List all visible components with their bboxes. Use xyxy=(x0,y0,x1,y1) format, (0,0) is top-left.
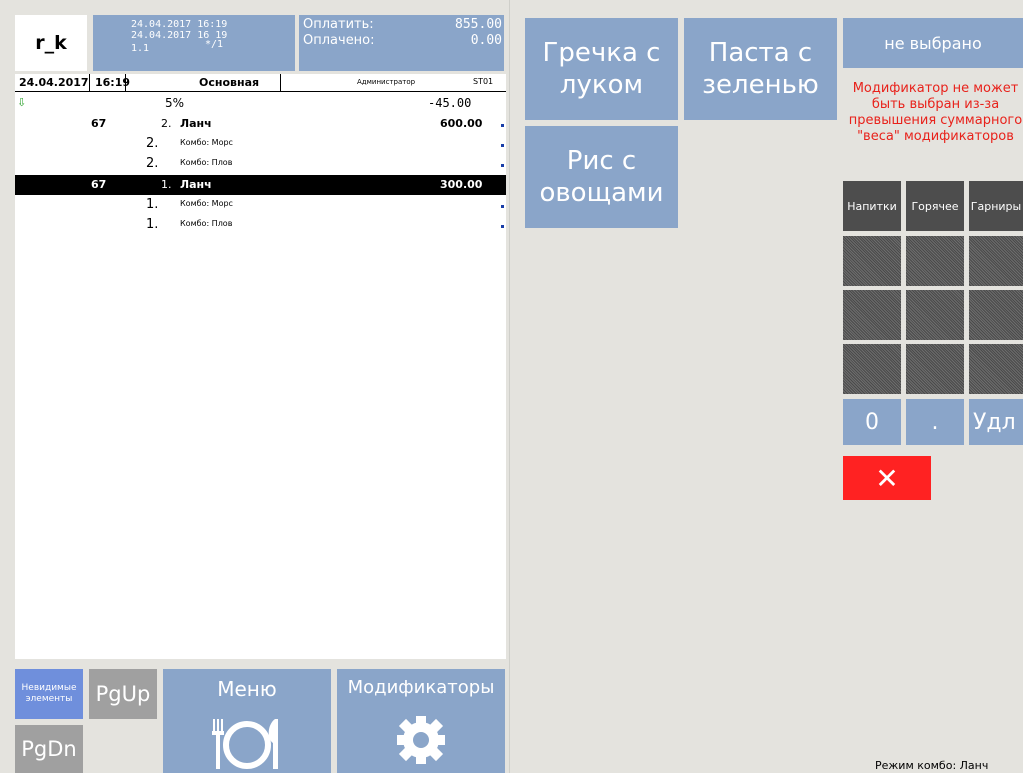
order-subline[interactable]: 2. Комбо: Плов xyxy=(15,155,506,175)
modifier-slot[interactable] xyxy=(969,290,1023,340)
key-zero[interactable]: 0 xyxy=(843,399,901,445)
modifier-slot[interactable] xyxy=(843,290,901,340)
plate-cutlery-icon xyxy=(212,719,278,769)
modifier-selection-status[interactable]: не выбрано xyxy=(843,18,1023,68)
tab-garnish[interactable]: Гарниры xyxy=(969,181,1023,231)
pay-amount: 855.00 xyxy=(455,17,502,32)
order-line[interactable]: 67 2. Ланч 600.00 xyxy=(15,115,506,135)
modifiers-label: Модификаторы xyxy=(347,677,495,698)
pay-label: Оплатить: xyxy=(303,17,374,32)
order-subline[interactable]: 1. Комбо: Плов xyxy=(15,216,506,236)
order-subline[interactable]: 1. Комбо: Морс xyxy=(15,196,506,216)
key-delete[interactable]: Удл xyxy=(969,399,1023,445)
modifier-slot[interactable] xyxy=(843,344,901,394)
discount-row[interactable]: ⇩ 5% -45.00 xyxy=(15,94,506,114)
cancel-button[interactable]: ✕ xyxy=(843,456,931,500)
menu-label: Меню xyxy=(217,677,277,701)
combo-mode-status: Режим комбо: Ланч xyxy=(875,759,989,772)
item-price: 600.00 xyxy=(440,117,483,130)
sub-name: Комбо: Морс xyxy=(180,138,233,147)
restaurant-logo: r_k xyxy=(15,15,87,71)
order-header-row: 24.04.2017 16:19 Основная Администратор … xyxy=(15,74,506,92)
paid-label: Оплачено: xyxy=(303,33,375,48)
item-marker xyxy=(501,225,504,228)
item-code: 67 xyxy=(91,178,107,191)
modifier-warning: Модификатор не может быть выбран из-за п… xyxy=(848,81,1023,144)
modifier-slot[interactable] xyxy=(906,290,964,340)
sub-qty: 1. xyxy=(146,197,159,212)
order-open-time: 24.04.2017 16:19 xyxy=(131,19,228,30)
station-id: ST01 xyxy=(473,77,494,86)
modifier-slot[interactable] xyxy=(969,344,1023,394)
page-down-button[interactable]: PgDn xyxy=(15,725,83,773)
waiter-name: Администратор xyxy=(357,78,416,86)
discount-arrow-icon: ⇩ xyxy=(17,96,27,109)
item-qty: 2. xyxy=(161,117,172,130)
panel-divider xyxy=(509,0,510,773)
discount-name: 5% xyxy=(165,96,185,110)
dish-rice-button[interactable]: Рис с овощами xyxy=(525,126,678,228)
close-icon: ✕ xyxy=(875,461,899,495)
page-up-button[interactable]: PgUp xyxy=(89,669,157,719)
item-marker xyxy=(501,205,504,208)
item-marker xyxy=(501,124,504,127)
key-dot[interactable]: . xyxy=(906,399,964,445)
item-marker xyxy=(501,144,504,147)
order-list[interactable]: 24.04.2017 16:19 Основная Администратор … xyxy=(15,74,506,659)
discount-amount: -45.00 xyxy=(428,96,472,110)
item-code: 67 xyxy=(91,117,107,130)
item-marker xyxy=(501,164,504,167)
modifier-slot[interactable] xyxy=(843,236,901,286)
sub-name: Комбо: Плов xyxy=(180,158,233,167)
order-info-panel: 24.04.2017 16:19 24.04.2017 16 19 1.1 */… xyxy=(93,15,295,71)
item-price: 300.00 xyxy=(440,178,483,191)
modifier-slot[interactable] xyxy=(906,236,964,286)
item-name: Ланч xyxy=(180,117,212,130)
item-qty: 1. xyxy=(161,178,172,191)
order-line-selected[interactable]: 67 1. Ланч 300.00 xyxy=(15,175,506,195)
tab-drinks[interactable]: Напитки xyxy=(843,181,901,231)
gear-icon xyxy=(397,716,445,764)
sub-qty: 1. xyxy=(146,217,159,232)
order-date: 24.04.2017 xyxy=(19,76,89,89)
paid-amount: 0.00 xyxy=(470,33,502,48)
modifier-slot[interactable] xyxy=(906,344,964,394)
sub-name: Комбо: Плов xyxy=(180,219,233,228)
menu-button[interactable]: Меню xyxy=(163,669,331,773)
payment-summary: Оплатить: 855.00 Оплачено: 0.00 xyxy=(299,15,504,71)
guest-count: */1 xyxy=(205,39,224,50)
item-name: Ланч xyxy=(180,178,212,191)
modifiers-button[interactable]: Модификаторы xyxy=(337,669,505,773)
hall-name: Основная xyxy=(199,76,260,89)
table-number: 1.1 xyxy=(131,43,150,54)
sub-qty: 2. xyxy=(146,156,159,171)
dish-buckwheat-button[interactable]: Гречка с луком xyxy=(525,18,678,120)
order-subline[interactable]: 2. Комбо: Морс xyxy=(15,135,506,155)
tab-hot[interactable]: Горячее xyxy=(906,181,964,231)
dish-pasta-button[interactable]: Паста с зеленью xyxy=(684,18,837,120)
sub-qty: 2. xyxy=(146,136,159,151)
sub-name: Комбо: Морс xyxy=(180,199,233,208)
modifier-slot[interactable] xyxy=(969,236,1023,286)
hidden-items-button[interactable]: Невидимые элементы xyxy=(15,669,83,719)
